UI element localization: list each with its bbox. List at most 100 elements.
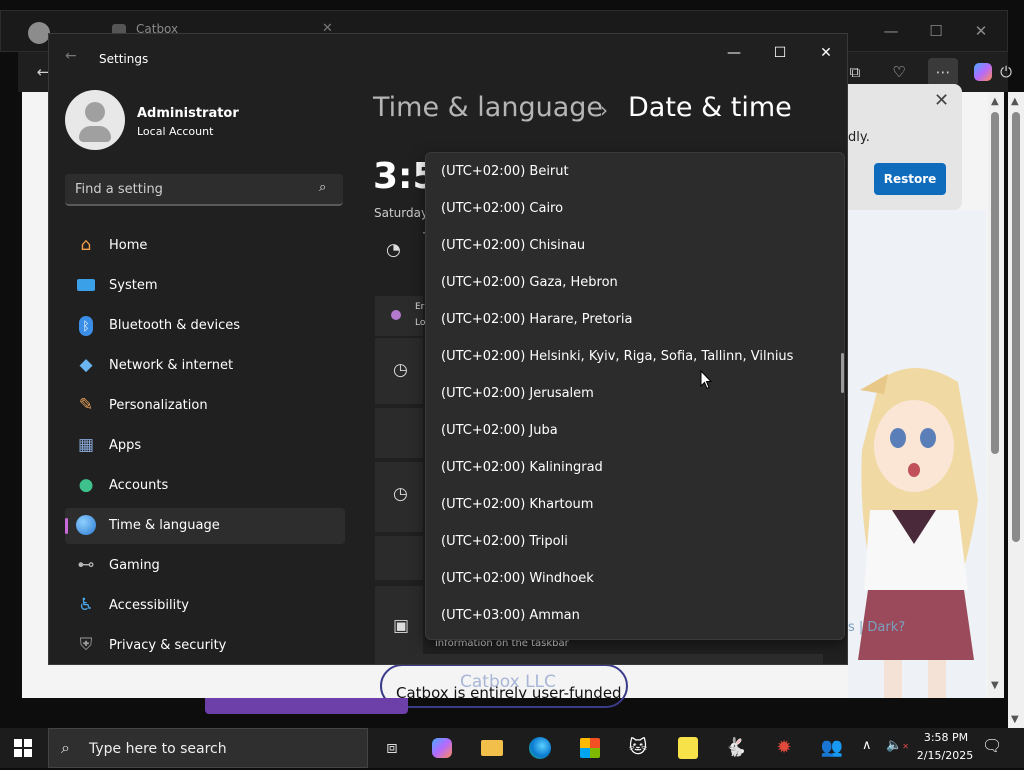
timezone-option[interactable]: (UTC+02:00) Juba bbox=[426, 412, 844, 449]
power-icon[interactable]: ⏻ bbox=[996, 58, 1016, 86]
taskbar-time[interactable]: 3:58 PM bbox=[914, 731, 978, 744]
settings-close-button[interactable]: ✕ bbox=[803, 38, 847, 68]
timezone-option[interactable]: (UTC+02:00) Kaliningrad bbox=[426, 449, 844, 486]
user-name: Administrator bbox=[137, 106, 239, 121]
browser-maximize-button[interactable]: ☐ bbox=[921, 18, 951, 44]
shield-icon: ⛨ bbox=[79, 635, 93, 655]
settings-minimize-button[interactable]: — bbox=[711, 38, 757, 68]
nav-label: Accessibility bbox=[109, 598, 189, 613]
timezone-option[interactable]: (UTC+03:00) Amman bbox=[426, 597, 844, 634]
settings-nav: ⌂ Home System ᛒ Bluetooth & devices ◆ Ne… bbox=[65, 228, 345, 664]
people-app-icon[interactable]: 👥 bbox=[814, 732, 850, 764]
breadcrumb-parent[interactable]: Time & language bbox=[373, 92, 603, 123]
settings-title: Settings bbox=[99, 52, 149, 66]
timezone-option[interactable]: (UTC+02:00) Tripoli bbox=[426, 523, 844, 560]
profile-avatar[interactable] bbox=[28, 22, 50, 44]
edge-icon[interactable] bbox=[522, 732, 558, 764]
page-title: Date & time bbox=[628, 92, 792, 123]
nav-item-system[interactable]: System bbox=[65, 268, 345, 304]
current-date: Saturday bbox=[374, 206, 429, 220]
timezone-globe-icon: ◔ bbox=[386, 240, 401, 260]
crab-app-icon[interactable]: ✹ bbox=[766, 732, 802, 764]
window-scroll-up-icon[interactable]: ▲ bbox=[1011, 96, 1019, 107]
nav-item-accounts[interactable]: ● Accounts bbox=[65, 468, 345, 504]
timezone-option[interactable]: (UTC+02:00) Harare, Pretoria bbox=[426, 301, 844, 338]
apps-icon: ▦ bbox=[77, 435, 95, 455]
nav-label: Accounts bbox=[109, 478, 169, 493]
show-hidden-icons-icon[interactable]: ∧ bbox=[862, 738, 872, 753]
copilot-icon[interactable] bbox=[424, 732, 460, 764]
search-icon: ⌕ bbox=[61, 738, 70, 757]
timezone-option[interactable]: (UTC+02:00) Cairo bbox=[426, 190, 844, 227]
spongebob-icon[interactable] bbox=[670, 732, 706, 764]
nav-item-accessibility[interactable]: ♿ Accessibility bbox=[65, 588, 345, 624]
taskbar-search-placeholder: Type here to search bbox=[89, 741, 227, 757]
setting-card[interactable] bbox=[375, 408, 423, 458]
timezone-option[interactable]: (UTC+02:00) Chisinau bbox=[426, 227, 844, 264]
timezone-option[interactable]: (UTC+02:00) Beirut bbox=[426, 153, 844, 190]
language-dot-icon bbox=[391, 310, 401, 320]
window-scrollbar-thumb[interactable] bbox=[1012, 112, 1020, 542]
anime-character-image bbox=[858, 367, 978, 698]
settings-back-icon[interactable]: ← bbox=[65, 48, 77, 64]
start-button[interactable] bbox=[14, 739, 32, 757]
nav-item-personalization[interactable]: ✎ Personalization bbox=[65, 388, 345, 424]
task-view-icon[interactable]: ⧈ bbox=[374, 732, 410, 764]
catbox-tagline: Catbox is entirely user-funded bbox=[396, 684, 622, 702]
language-card[interactable]: Er Lo bbox=[375, 296, 425, 336]
settings-search-input[interactable]: Find a setting ⌕ bbox=[65, 174, 343, 206]
clock-sync-icon: ◷ bbox=[393, 360, 408, 380]
taskbar-search-box[interactable]: ⌕ Type here to search bbox=[48, 728, 368, 768]
nav-label: Gaming bbox=[109, 558, 160, 573]
store-icon[interactable] bbox=[572, 732, 608, 764]
popup-close-icon[interactable]: ✕ bbox=[934, 90, 949, 111]
restore-button[interactable]: Restore bbox=[874, 163, 946, 195]
timezone-option[interactable]: (UTC+02:00) Windhoek bbox=[426, 560, 844, 597]
nav-item-network[interactable]: ◆ Network & internet bbox=[65, 348, 345, 384]
timezone-option[interactable]: (UTC+02:00) Gaza, Hebron bbox=[426, 264, 844, 301]
nav-item-apps[interactable]: ▦ Apps bbox=[65, 428, 345, 464]
donate-banner[interactable] bbox=[205, 698, 408, 714]
timezone-dropdown-list[interactable]: (UTC+02:00) Beirut (UTC+02:00) Cairo (UT… bbox=[425, 152, 845, 640]
nav-item-privacy[interactable]: ⛨ Privacy & security bbox=[65, 628, 345, 664]
nav-label: Time & language bbox=[109, 518, 220, 533]
sync-card[interactable]: ◷ bbox=[375, 338, 423, 404]
page-scrollbar-thumb[interactable] bbox=[991, 112, 999, 454]
timezone-option[interactable]: (UTC+02:00) Khartoum bbox=[426, 486, 844, 523]
copilot-icon[interactable] bbox=[968, 58, 998, 86]
page-link[interactable]: s | Dark? bbox=[848, 620, 905, 635]
file-explorer-icon[interactable] bbox=[474, 732, 510, 764]
notifications-icon[interactable]: 🗨 bbox=[982, 736, 1002, 755]
nav-label: Privacy & security bbox=[109, 638, 227, 653]
page-scroll-down-icon[interactable]: ▼ bbox=[991, 680, 999, 691]
setting-card[interactable] bbox=[375, 536, 423, 580]
user-avatar[interactable] bbox=[65, 90, 125, 150]
search-icon: ⌕ bbox=[319, 180, 327, 195]
nav-item-bluetooth[interactable]: ᛒ Bluetooth & devices bbox=[65, 308, 345, 344]
volume-muted-icon[interactable]: 🔈✕ bbox=[886, 738, 909, 753]
time-card[interactable]: ◷ bbox=[375, 462, 423, 532]
more-icon[interactable]: ⋯ bbox=[928, 58, 958, 86]
taskbar-date[interactable]: 2/15/2025 bbox=[910, 749, 980, 762]
nav-item-gaming[interactable]: ⊷ Gaming bbox=[65, 548, 345, 584]
cat-app-icon[interactable]: 🐱 bbox=[620, 732, 656, 764]
rabbit-app-icon[interactable]: 🐇 bbox=[718, 732, 754, 764]
nav-label: Home bbox=[109, 238, 148, 253]
clock-icon: ◷ bbox=[393, 484, 408, 504]
nav-label: Network & internet bbox=[109, 358, 234, 373]
breadcrumb-chevron-icon: › bbox=[600, 98, 608, 122]
accessibility-icon: ♿ bbox=[78, 595, 94, 615]
timezone-option[interactable]: (UTC+02:00) Jerusalem bbox=[426, 375, 844, 412]
page-scroll-up-icon[interactable]: ▲ bbox=[991, 96, 999, 107]
setting-card bbox=[375, 654, 823, 664]
nav-item-time-language[interactable]: Time & language bbox=[65, 508, 345, 544]
dropdown-scrollbar-thumb[interactable] bbox=[841, 353, 844, 393]
health-icon[interactable]: ♡ bbox=[884, 58, 914, 86]
nav-item-home[interactable]: ⌂ Home bbox=[65, 228, 345, 264]
window-scroll-down-icon[interactable]: ▼ bbox=[1011, 714, 1019, 725]
search-placeholder: Find a setting bbox=[75, 182, 163, 197]
browser-minimize-button[interactable]: — bbox=[876, 18, 906, 44]
timezone-option[interactable]: (UTC+02:00) Helsinki, Kyiv, Riga, Sofia,… bbox=[426, 338, 844, 375]
settings-maximize-button[interactable]: ☐ bbox=[757, 38, 803, 68]
browser-close-button[interactable]: ✕ bbox=[966, 18, 996, 44]
